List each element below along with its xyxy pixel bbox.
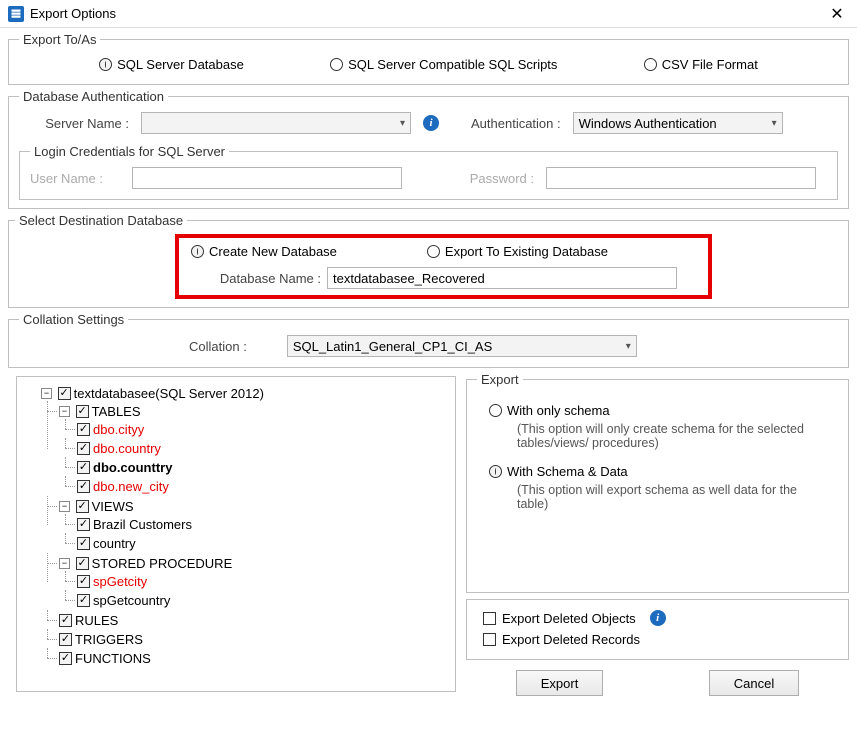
chevron-down-icon: ▾: [400, 118, 405, 129]
cancel-button[interactable]: Cancel: [709, 670, 799, 696]
export-deleted-group: Export Deleted Objects i Export Deleted …: [466, 599, 849, 660]
tree-item[interactable]: dbo.counttry: [93, 460, 172, 475]
tree-views-label: VIEWS: [92, 499, 134, 514]
tree-check[interactable]: [77, 423, 90, 436]
close-icon[interactable]: ✕: [825, 4, 849, 24]
tree-sp-label: STORED PROCEDURE: [92, 556, 233, 571]
password-input[interactable]: [546, 167, 816, 189]
tree-root-label: textdatabasee(SQL Server 2012): [74, 386, 264, 401]
chevron-down-icon: ▾: [626, 341, 631, 352]
radio-csv[interactable]: CSV File Format: [644, 57, 758, 72]
tree-check[interactable]: [77, 575, 90, 588]
password-label: Password :: [414, 171, 534, 186]
tree-item[interactable]: dbo.cityy: [93, 422, 144, 437]
radio-only-schema[interactable]: With only schema: [489, 403, 610, 418]
dest-db-group: Select Destination Database Create New D…: [8, 213, 849, 308]
server-name-label: Server Name :: [19, 116, 129, 131]
tree-item[interactable]: dbo.country: [93, 441, 161, 456]
tree-rules-label: RULES: [75, 613, 118, 628]
tree-item[interactable]: country: [93, 536, 136, 551]
check-export-deleted-records[interactable]: [483, 633, 496, 646]
auth-label: Authentication :: [471, 116, 561, 131]
tree-item[interactable]: spGetcountry: [93, 593, 170, 608]
login-legend: Login Credentials for SQL Server: [30, 144, 229, 159]
tree-collapse-icon[interactable]: −: [59, 558, 70, 569]
schema-data-desc: (This option will export schema as well …: [517, 483, 826, 511]
tree-collapse-icon[interactable]: −: [41, 388, 52, 399]
server-name-select[interactable]: ▾: [141, 112, 411, 134]
export-deleted-records-label: Export Deleted Records: [502, 632, 640, 647]
check-export-deleted-objects[interactable]: [483, 612, 496, 625]
radio-export-existing[interactable]: Export To Existing Database: [427, 244, 608, 259]
only-schema-desc: (This option will only create schema for…: [517, 422, 826, 450]
tree-check[interactable]: [77, 480, 90, 493]
export-deleted-objects-label: Export Deleted Objects: [502, 611, 636, 626]
tree-check-tables[interactable]: [76, 405, 89, 418]
app-icon: [8, 6, 24, 22]
window-title: Export Options: [30, 6, 825, 21]
tree-check[interactable]: [77, 461, 90, 474]
collation-label: Collation :: [189, 339, 247, 354]
export-mode-group: Export With only schema (This option wil…: [466, 372, 849, 593]
tree-check[interactable]: [77, 594, 90, 607]
tree-collapse-icon[interactable]: −: [59, 501, 70, 512]
export-to-as-legend: Export To/As: [19, 32, 100, 47]
collation-legend: Collation Settings: [19, 312, 128, 327]
titlebar: Export Options ✕: [0, 0, 857, 28]
info-icon[interactable]: i: [423, 115, 439, 131]
tree-collapse-icon[interactable]: −: [59, 406, 70, 417]
tree-check-triggers[interactable]: [59, 633, 72, 646]
tree-check-sp[interactable]: [76, 557, 89, 570]
object-tree[interactable]: − textdatabasee(SQL Server 2012) − TABLE…: [16, 376, 456, 692]
tree-functions-label: FUNCTIONS: [75, 651, 151, 666]
login-group: Login Credentials for SQL Server User Na…: [19, 144, 838, 200]
tree-item[interactable]: spGetcity: [93, 574, 147, 589]
db-auth-group: Database Authentication Server Name : ▾ …: [8, 89, 849, 209]
info-icon[interactable]: i: [650, 610, 666, 626]
tree-check-functions[interactable]: [59, 652, 72, 665]
collation-select[interactable]: SQL_Latin1_General_CP1_CI_AS▾: [287, 335, 637, 357]
export-mode-legend: Export: [477, 372, 523, 387]
db-auth-legend: Database Authentication: [19, 89, 168, 104]
tree-check-rules[interactable]: [59, 614, 72, 627]
radio-create-new-db[interactable]: Create New Database: [191, 244, 337, 259]
db-name-input[interactable]: [327, 267, 677, 289]
tree-check-views[interactable]: [76, 500, 89, 513]
dest-db-highlight: Create New Database Export To Existing D…: [175, 234, 712, 299]
radio-sql-scripts[interactable]: SQL Server Compatible SQL Scripts: [330, 57, 557, 72]
username-label: User Name :: [30, 171, 120, 186]
db-name-label: Database Name :: [191, 271, 321, 286]
chevron-down-icon: ▾: [772, 118, 777, 129]
tree-triggers-label: TRIGGERS: [75, 632, 143, 647]
tree-check-root[interactable]: [58, 387, 71, 400]
tree-check[interactable]: [77, 518, 90, 531]
export-to-as-group: Export To/As SQL Server Database SQL Ser…: [8, 32, 849, 85]
export-button[interactable]: Export: [516, 670, 604, 696]
tree-check[interactable]: [77, 442, 90, 455]
dest-db-legend: Select Destination Database: [15, 213, 187, 228]
collation-group: Collation Settings Collation : SQL_Latin…: [8, 312, 849, 368]
tree-item[interactable]: Brazil Customers: [93, 517, 192, 532]
tree-item[interactable]: dbo.new_city: [93, 479, 169, 494]
username-input[interactable]: [132, 167, 402, 189]
auth-select[interactable]: Windows Authentication▾: [573, 112, 783, 134]
tree-tables-label: TABLES: [92, 404, 141, 419]
tree-check[interactable]: [77, 537, 90, 550]
radio-sql-server-db[interactable]: SQL Server Database: [99, 57, 244, 72]
radio-schema-data[interactable]: With Schema & Data: [489, 464, 628, 479]
